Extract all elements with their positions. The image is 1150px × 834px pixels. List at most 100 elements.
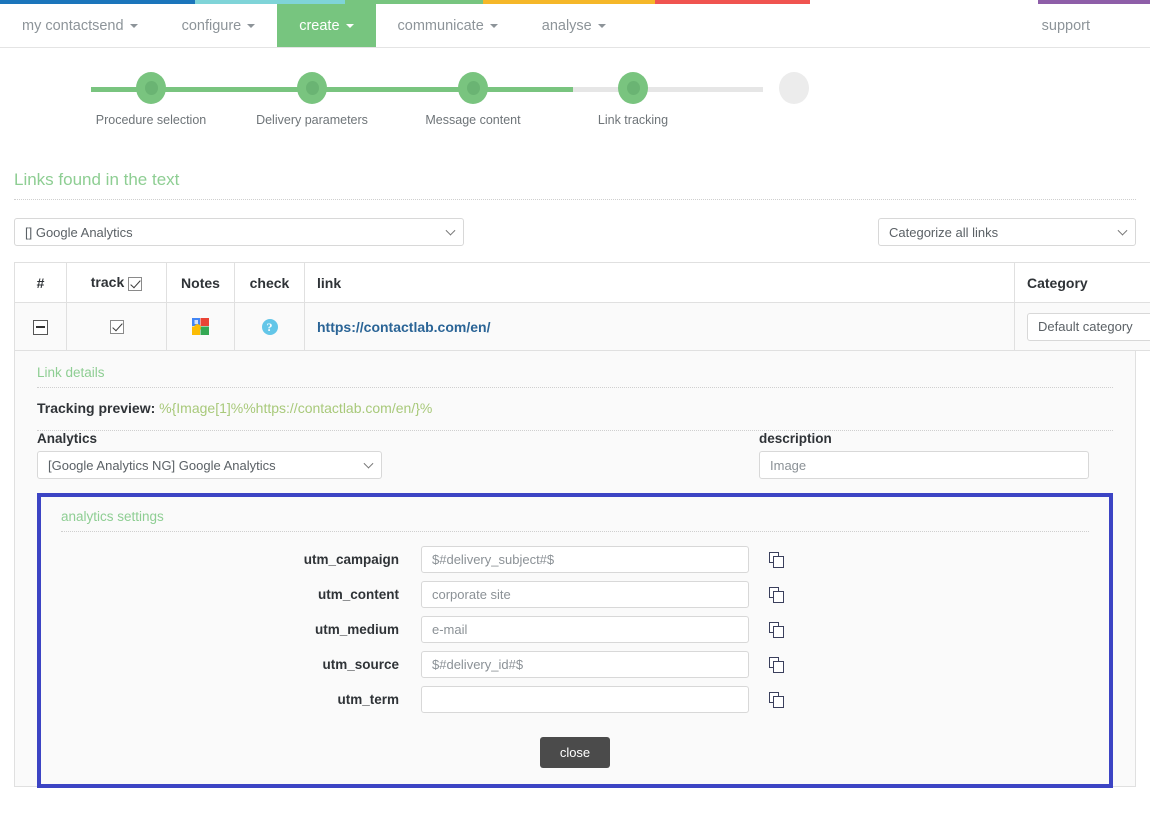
utm-content-input[interactable]: corporate site [421, 581, 749, 608]
chevron-down-icon [489, 23, 498, 28]
table-header-row: # track Notes check link Category [14, 262, 1150, 303]
tracking-preview: Tracking preview: %{Image[1]%%https://co… [37, 388, 1113, 430]
google-analytics-icon[interactable] [192, 318, 209, 336]
nav-item-support[interactable]: support [1020, 18, 1112, 34]
chevron-down-icon [247, 23, 256, 28]
header-notes: Notes [166, 262, 235, 303]
links-table-head: # track Notes check link Category [14, 262, 1150, 303]
analytics-label: Analytics [37, 431, 98, 446]
description-input[interactable]: Image [759, 451, 1089, 479]
step-dot-procedure-selection[interactable] [136, 72, 166, 104]
description-field-group: description Image [759, 431, 1113, 479]
chevron-down-icon [445, 225, 456, 236]
utm-term-input[interactable] [421, 686, 749, 713]
utm-medium-label: utm_medium [314, 622, 399, 637]
categorize-all-links-select[interactable]: Categorize all links [878, 218, 1136, 246]
row-notes-cell [166, 302, 235, 351]
chevron-down-icon [1117, 225, 1128, 236]
copy-icon[interactable] [769, 691, 785, 708]
nav-label: create [299, 17, 340, 34]
step-dot-message-content[interactable] [458, 72, 488, 104]
step-dot-delivery-parameters[interactable] [297, 72, 327, 104]
utm-campaign-label: utm_campaign [303, 552, 399, 567]
copy-icon[interactable] [769, 586, 785, 603]
step-label-message-content: Message content [425, 113, 521, 127]
utm-source-label: utm_source [322, 657, 399, 672]
copy-icon[interactable] [769, 656, 785, 673]
analytics-select-value: [Google Analytics NG] Google Analytics [48, 457, 276, 473]
row-track-cell [66, 302, 167, 351]
nav-item-communicate[interactable]: communicate [376, 4, 520, 47]
utm-campaign-input[interactable]: $#delivery_subject#$ [421, 546, 749, 573]
google-analytics-icon-svg [192, 318, 209, 336]
step-dot-final [779, 72, 809, 104]
utm-fields: utm_campaign $#delivery_subject#$ utm_co… [61, 532, 1089, 713]
wizard-steps-row: Procedure selection Delivery parameters … [60, 72, 809, 127]
chevron-down-icon [597, 23, 606, 28]
tracking-preview-label: Tracking preview: [37, 400, 156, 416]
analytics-field-group: Analytics [Google Analytics NG] Google A… [37, 431, 759, 479]
nav-item-configure[interactable]: configure [160, 4, 278, 47]
copy-icon[interactable] [769, 551, 785, 568]
links-table: # track Notes check link Category ? http… [14, 262, 1150, 351]
row-check-cell: ? [234, 302, 305, 351]
nav-label: support [1041, 17, 1090, 34]
step-label-link-tracking: Link tracking [597, 113, 669, 127]
links-select-value: [] Google Analytics [25, 224, 133, 240]
chevron-down-icon [129, 23, 138, 28]
utm-content-label: utm_content [318, 587, 399, 602]
utm-term-row: utm_term [61, 686, 1089, 713]
link-url[interactable]: https://contactlab.com/en/ [317, 319, 490, 335]
nav-label: communicate [397, 17, 484, 34]
page-title: Links found in the text [14, 170, 180, 189]
utm-medium-row: utm_medium e-mail [61, 616, 1089, 643]
main-navigation: my contactsend configure create communic… [0, 4, 1150, 48]
tracking-preview-value: %{Image[1]%%https://contactlab.com/en/}% [159, 400, 433, 416]
help-question-icon[interactable]: ? [261, 318, 278, 335]
nav-item-create[interactable]: create [277, 4, 376, 47]
header-track: track [66, 262, 167, 303]
analytics-select[interactable]: [Google Analytics NG] Google Analytics [37, 451, 382, 479]
utm-source-input[interactable]: $#delivery_id#$ [421, 651, 749, 678]
nav-right-group: support [1020, 4, 1150, 47]
utm-source-row: utm_source $#delivery_id#$ [61, 651, 1089, 678]
header-category: Category [1014, 262, 1150, 303]
utm-campaign-row: utm_campaign $#delivery_subject#$ [61, 546, 1089, 573]
analytics-settings-panel: analytics settings utm_campaign $#delive… [37, 493, 1113, 788]
table-row: ? https://contactlab.com/en/ Default cat… [14, 302, 1150, 351]
chevron-down-icon [363, 458, 374, 469]
nav-item-analyse[interactable]: analyse [520, 4, 628, 47]
step-label-procedure-selection: Procedure selection [95, 113, 207, 127]
wizard-progress: Procedure selection Delivery parameters … [0, 48, 1150, 156]
title-divider [14, 199, 1136, 200]
link-details-title: Link details [37, 365, 105, 380]
row-expander-cell [14, 302, 67, 351]
header-number: # [14, 262, 67, 303]
step-dot-link-tracking[interactable] [618, 72, 648, 104]
detail-fields-row: Analytics [Google Analytics NG] Google A… [37, 431, 1113, 491]
collapse-row-icon[interactable] [33, 319, 48, 335]
copy-icon[interactable] [769, 621, 785, 638]
chevron-down-icon [345, 23, 354, 28]
track-row-checkbox[interactable] [109, 320, 124, 335]
header-track-label: track [90, 274, 125, 291]
track-all-checkbox[interactable] [128, 276, 143, 291]
utm-content-row: utm_content corporate site [61, 581, 1089, 608]
links-table-body: ? https://contactlab.com/en/ Default cat… [14, 302, 1150, 351]
category-select[interactable]: Default category [1027, 312, 1150, 341]
nav-label: configure [181, 17, 242, 34]
nav-label: analyse [541, 17, 592, 34]
step-label-delivery-parameters: Delivery parameters [256, 113, 368, 127]
description-label: description [759, 431, 832, 446]
close-button[interactable]: close [539, 737, 611, 768]
row-link-cell: https://contactlab.com/en/ [304, 302, 1015, 351]
nav-item-my-contactsend[interactable]: my contactsend [0, 4, 160, 47]
wizard-steps: Procedure selection Delivery parameters … [60, 72, 809, 146]
categorize-select-value: Categorize all links [889, 224, 999, 240]
row-category-cell: Default category [1014, 302, 1150, 351]
close-button-row: close [61, 721, 1089, 768]
header-link: link [304, 262, 1015, 303]
utm-medium-input[interactable]: e-mail [421, 616, 749, 643]
links-select[interactable]: [] Google Analytics [14, 218, 464, 246]
